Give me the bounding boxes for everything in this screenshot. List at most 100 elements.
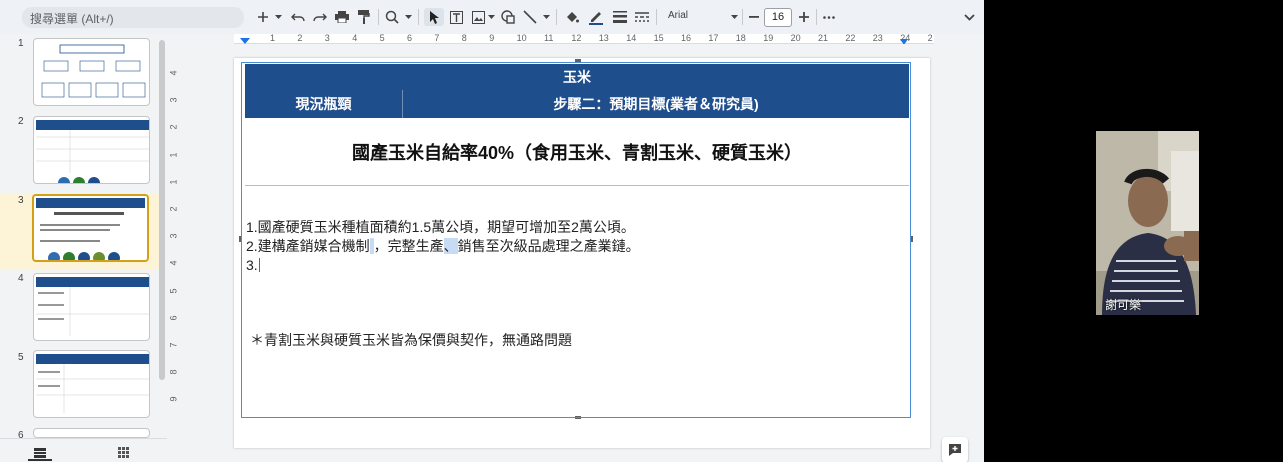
textbox-icon[interactable] (448, 8, 464, 26)
ruler-number: 18 (735, 33, 746, 43)
body-line-3: 3. (246, 256, 640, 275)
ruler-number: 19 (763, 33, 774, 43)
plus-icon[interactable] (256, 8, 270, 26)
slides-editor: 搜尋選單 (Alt+/) Arial 16 1 2 3 4 5 6 1 2 3 … (0, 0, 984, 462)
plus-icon[interactable] (798, 8, 810, 26)
chevron-down-icon[interactable] (274, 8, 282, 26)
ruler-number: 6 (168, 315, 179, 321)
slide-number: 5 (18, 352, 24, 363)
ruler-number: 3 (168, 233, 179, 239)
text-cursor (258, 258, 260, 272)
view-active-indicator (28, 459, 52, 461)
redo-icon[interactable] (312, 8, 328, 26)
ruler-number: 2 (297, 33, 303, 43)
line-icon[interactable] (522, 8, 538, 26)
minus-icon[interactable] (748, 8, 760, 26)
ruler-number: 13 (598, 33, 609, 43)
ruler-number: 8 (168, 369, 179, 375)
chevron-down-icon[interactable] (487, 8, 495, 26)
ruler-number: 20 (790, 33, 801, 43)
fill-color-icon[interactable] (564, 8, 580, 26)
ruler-number: 8 (461, 33, 467, 43)
ruler-number: 4 (352, 33, 358, 43)
chevron-down-icon[interactable] (404, 8, 412, 26)
body-line-2-part-b: ，完整生產 (373, 238, 444, 254)
ruler-number: 9 (489, 33, 495, 43)
image-icon[interactable] (470, 8, 486, 26)
more-icon[interactable] (822, 8, 836, 26)
border-color-icon[interactable] (588, 8, 604, 26)
ruler-number: 4 (168, 70, 179, 76)
chevron-down-icon[interactable] (730, 8, 738, 26)
ruler-number: 12 (571, 33, 582, 43)
header-cell-goal[interactable]: 步驟二：預期目標(業者＆研究員) (403, 90, 909, 118)
body-line-2-part-a: 2.建構產銷媒合機制 (246, 238, 370, 254)
add-comment-button[interactable] (942, 437, 968, 462)
body-line-2: 2.建構產銷媒合機制 ，完整生產、銷售至次級品處理之產業鏈。 (246, 237, 640, 256)
slide-thumbnail-5[interactable] (33, 350, 150, 418)
table-header-row: 現況瓶頸 步驟二：預期目標(業者＆研究員) (245, 90, 909, 118)
goal-cell[interactable]: 國產玉米自給率40%（食用玉米、青割玉米、硬質玉米） (245, 118, 909, 186)
footnote-text[interactable]: ＊青割玉米與硬質玉米皆為保價與契作，無通路問題 (250, 330, 572, 350)
ruler-number: 10 (516, 33, 527, 43)
body-line-3-text: 3. (246, 257, 258, 273)
collapse-icon[interactable] (962, 8, 976, 26)
ruler-number: 5 (168, 288, 179, 294)
slide-thumbnail-3[interactable] (32, 194, 149, 262)
ruler-number: 15 (653, 33, 664, 43)
ruler-number: 11 (544, 33, 554, 43)
slide-number: 2 (18, 116, 24, 127)
ruler-number: 6 (407, 33, 413, 43)
ruler-number: 21 (818, 33, 829, 43)
undo-icon[interactable] (290, 8, 306, 26)
body-line-1: 1.國產硬質玉米種植面積約1.5萬公頃，期望可增加至2萬公頃。 (246, 219, 635, 235)
slide-number: 4 (18, 273, 24, 284)
ruler-number: 3 (324, 33, 330, 43)
grid-view-icon[interactable] (118, 445, 129, 462)
shape-icon[interactable] (500, 8, 516, 26)
slide-thumbnail-6[interactable] (33, 428, 150, 438)
slide-number: 1 (18, 38, 24, 49)
vertical-ruler[interactable]: 4 3 2 1 1 2 3 4 5 6 7 8 9 (167, 44, 182, 462)
slide-filmstrip: 1 2 3 4 5 6 (0, 34, 167, 462)
ruler-number: 9 (168, 396, 179, 402)
slide-number: 3 (18, 195, 24, 206)
slide-canvas: 玉米 現況瓶頸 步驟二：預期目標(業者＆研究員) 國產玉米自給率40%（食用玉米… (182, 44, 984, 462)
horizontal-ruler[interactable]: 1 2 3 4 5 6 7 8 9 10 11 12 13 14 15 16 17 18 19 20 21 22 23 24 2 (234, 33, 934, 44)
toolbar: 搜尋選單 (Alt+/) Arial 16 (0, 0, 984, 34)
ruler-number: 5 (379, 33, 385, 43)
ruler-number: 23 (872, 33, 883, 43)
ruler-number: 1 (168, 152, 179, 158)
select-icon[interactable] (424, 8, 444, 26)
filmstrip-scrollbar[interactable] (159, 40, 165, 380)
body-text-cell[interactable]: 1.國產硬質玉米種植面積約1.5萬公頃，期望可增加至2萬公頃。 2.建構產銷媒合… (246, 218, 640, 275)
paint-format-icon[interactable] (356, 8, 372, 26)
slide-thumbnail-1[interactable] (33, 38, 150, 106)
header-cell-bottleneck[interactable]: 現況瓶頸 (245, 90, 403, 118)
ruler-number: 1 (168, 179, 179, 185)
ruler-number: 14 (626, 33, 637, 43)
border-dash-icon[interactable] (634, 8, 650, 26)
ruler-number: 7 (434, 33, 440, 43)
font-size-input[interactable]: 16 (764, 8, 792, 27)
border-weight-icon[interactable] (612, 8, 628, 26)
ruler-number: 17 (708, 33, 719, 43)
chevron-down-icon[interactable] (542, 8, 550, 26)
zoom-icon[interactable] (384, 8, 400, 26)
body-line-2-part-d: 銷售至次級品處理之產業鏈。 (457, 238, 640, 254)
ruler-number: 2 (168, 206, 179, 212)
menu-search-input[interactable]: 搜尋選單 (Alt+/) (22, 7, 244, 28)
print-icon[interactable] (334, 8, 350, 26)
comment-plus-icon (949, 444, 961, 456)
participant-name: 謝可樂 (1105, 298, 1142, 312)
participant-video (1096, 131, 1199, 315)
slide-thumbnail-2[interactable] (33, 116, 150, 184)
text-selection-comma: 、 (443, 238, 458, 254)
ruler-number: 22 (845, 33, 856, 43)
font-family-select[interactable]: Arial (668, 10, 688, 21)
ruler-number: 1 (270, 33, 276, 43)
ruler-number: 16 (681, 33, 692, 43)
table-title[interactable]: 玉米 (245, 64, 909, 90)
slide-thumbnail-4[interactable] (33, 273, 150, 341)
webcam-tile (1096, 131, 1199, 315)
